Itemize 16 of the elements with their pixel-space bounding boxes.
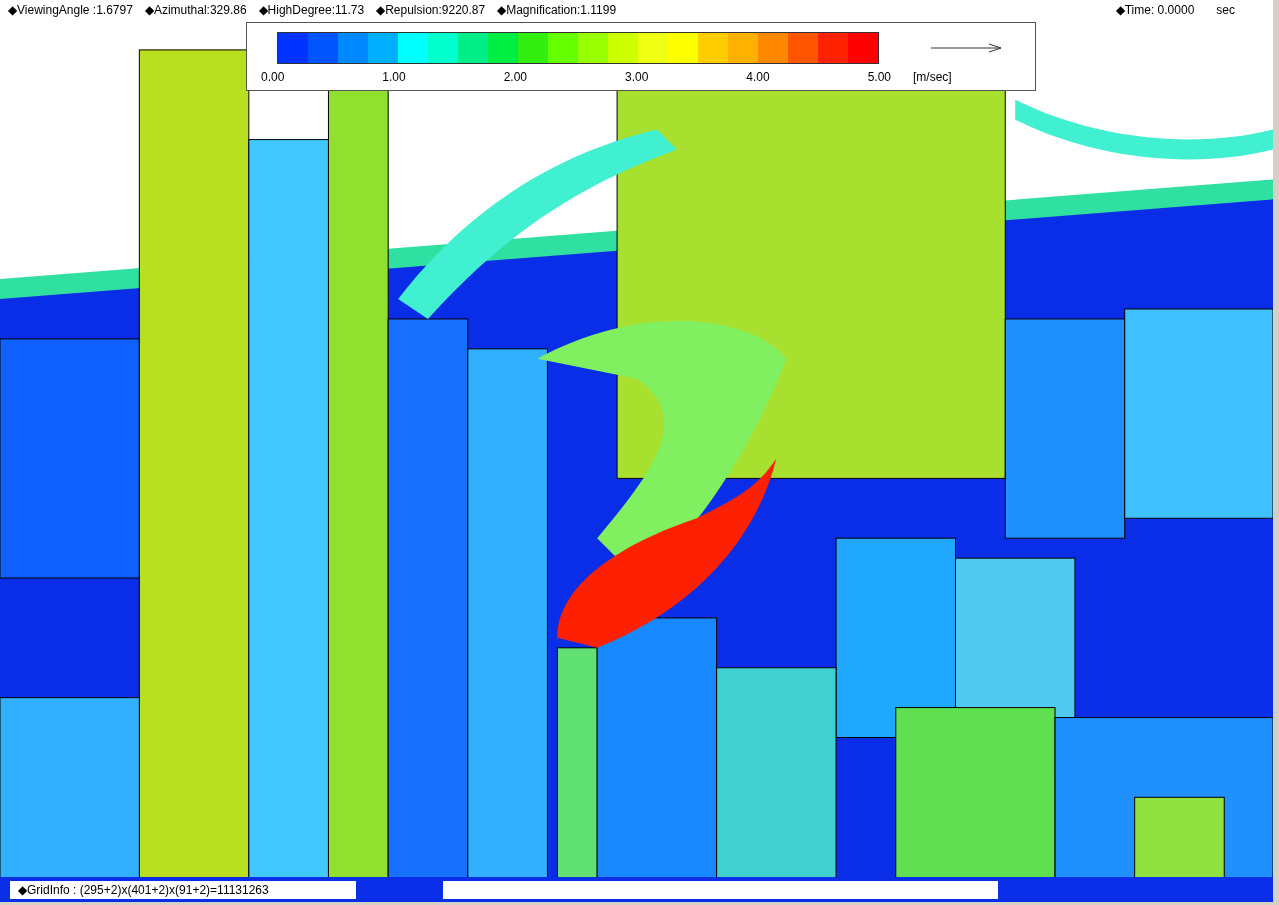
time-unit: sec: [1216, 3, 1235, 17]
arrow-icon: [931, 42, 1003, 54]
status-reading: ◆Azimuthal:329.86: [144, 3, 247, 17]
status-reading: ◆Repulsion:9220.87: [376, 3, 486, 17]
legend-tick-label: 2.00: [503, 70, 527, 84]
legend-tick-label: 4.00: [746, 70, 770, 84]
grid-info: ◆GridInfo : (295+2)x(401+2)x(91+2)=11131263: [10, 880, 356, 899]
legend-tick-label: 5.00: [867, 70, 891, 84]
legend-tick-label: 3.00: [625, 70, 649, 84]
time-reading: ◆Time: 0.0000: [1115, 3, 1195, 17]
status-reading: ◆Magnification:1.1199: [497, 3, 617, 17]
legend-tick-label: 0.00: [261, 70, 285, 84]
status-reading: ◆HighDegree:11.73: [258, 3, 365, 17]
legend-tick-label: 1.00: [382, 70, 406, 84]
legend-unit: [m/sec]: [913, 70, 952, 84]
status-reading: ◆ViewingAngle :1.6797: [8, 3, 133, 17]
